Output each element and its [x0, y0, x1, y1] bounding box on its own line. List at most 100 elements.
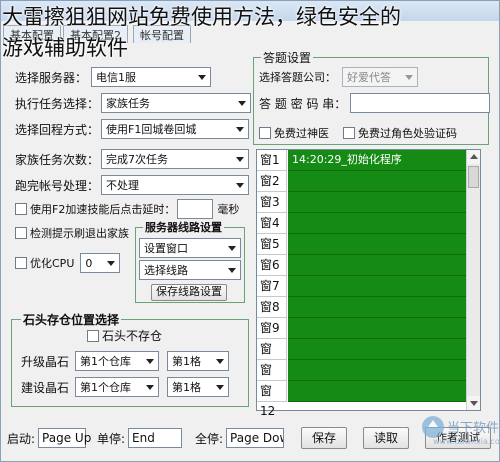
scroll-thumb[interactable] — [468, 166, 479, 188]
cpu-checkbox[interactable] — [15, 257, 27, 269]
slot-status — [288, 318, 466, 339]
pause-hotkey-row: 单停: End — [97, 428, 183, 448]
pass-captcha-checkbox[interactable] — [343, 127, 355, 139]
answer-company-label: 选择答题公司： — [259, 71, 336, 84]
chevron-down-icon — [142, 379, 158, 395]
chevron-down-icon — [232, 151, 248, 167]
slot-row[interactable]: 窗7 — [257, 276, 466, 297]
f2-delay-checkbox[interactable] — [15, 203, 27, 215]
return-select[interactable]: 使用F1回城卷回城 — [101, 119, 250, 139]
window-slot-list: 窗114:20:29_初始化程序窗2窗3窗4窗5窗6窗7窗8窗9窗10窗11窗1… — [256, 149, 481, 418]
upgrade-stone-row: 升级晶石 第1个仓库 第1格 — [21, 351, 230, 371]
chevron-down-icon — [232, 121, 248, 137]
return-label: 选择回程方式： — [15, 122, 100, 137]
slot-label: 窗2 — [257, 171, 287, 192]
slot-status — [288, 171, 466, 192]
slot-status — [288, 360, 466, 381]
overlay-headline-line2: 游戏辅助软件 — [2, 36, 128, 60]
after-row: 跑完帐号处理： 不处理 — [15, 175, 250, 195]
all-stop-hotkey-label: 全停: — [195, 431, 224, 446]
scroll-down-icon[interactable] — [467, 396, 480, 410]
cpu-row: 优化CPU 0 — [15, 253, 121, 273]
cpu-select[interactable]: 0 — [80, 253, 121, 273]
f2-delay-input[interactable] — [177, 199, 214, 219]
slot-row[interactable]: 窗11 — [257, 360, 466, 397]
slot-label: 窗4 — [257, 213, 287, 234]
slot-row[interactable]: 窗8 — [257, 297, 466, 318]
slot-row[interactable]: 窗3 — [257, 192, 466, 213]
all-stop-hotkey-input[interactable]: Page Dow — [226, 428, 285, 448]
slot-label: 窗7 — [257, 276, 287, 297]
answer-company-select[interactable]: 好爱代答 — [342, 67, 418, 87]
slot-label: 窗5 — [257, 234, 287, 255]
chevron-down-icon — [212, 353, 228, 369]
detect-label: 检测提示刷退出家族 — [30, 227, 129, 240]
start-hotkey-row: 启动: Page Up — [7, 428, 91, 448]
slot-status — [288, 381, 466, 402]
slot-label: 窗12 — [257, 381, 287, 418]
watermark: 当下软件园 www.downxia.com — [419, 409, 500, 453]
detect-row: 检测提示刷退出家族 — [15, 225, 129, 241]
slot-label: 窗9 — [257, 318, 287, 339]
start-hotkey-label: 启动: — [7, 431, 36, 446]
pause-hotkey-input[interactable]: End — [128, 428, 183, 448]
window-select[interactable]: 设置窗口 — [139, 238, 241, 258]
slot-row[interactable]: 窗5 — [257, 234, 466, 255]
save-line-button[interactable]: 保存线路设置 — [151, 284, 227, 301]
slot-row[interactable]: 窗9 — [257, 318, 466, 339]
app-window: 基本配置 基本配置2 帐号配置 选择服务器： 电信1服 执行任务选择： 家族任务… — [0, 0, 500, 462]
list-scrollbar[interactable] — [466, 150, 480, 410]
slot-status — [288, 255, 466, 276]
chevron-down-icon — [212, 379, 228, 395]
exec-task-select[interactable]: 家族任务 — [101, 93, 252, 113]
pass-captcha-label: 免费过角色处验证码 — [358, 127, 457, 140]
slot-status: 14:20:29_初始化程序 — [288, 150, 466, 171]
slot-label: 窗3 — [257, 192, 287, 213]
f2-delay-row: 使用F2加速技能后点击延时： 毫秒 — [15, 199, 239, 219]
server-select[interactable]: 电信1服 — [91, 67, 212, 87]
read-button[interactable]: 读取 — [363, 427, 409, 449]
chevron-down-icon — [142, 353, 158, 369]
count-select[interactable]: 完成7次任务 — [101, 149, 250, 169]
slot-row[interactable]: 窗6 — [257, 255, 466, 276]
build-store-select[interactable]: 第1个仓库 — [75, 377, 160, 397]
save-button[interactable]: 保存 — [301, 427, 347, 449]
build-slot-select[interactable]: 第1格 — [167, 377, 230, 397]
server-row: 选择服务器： 电信1服 — [15, 67, 212, 87]
slot-label: 窗1 — [257, 150, 287, 171]
slot-status — [288, 192, 466, 213]
line-select[interactable]: 选择线路 — [139, 260, 241, 280]
no-store-checkbox[interactable] — [87, 329, 99, 342]
pause-hotkey-label: 单停: — [97, 431, 126, 446]
slot-row[interactable]: 窗12 — [257, 381, 466, 418]
upgrade-store-select[interactable]: 第1个仓库 — [75, 351, 160, 371]
detect-checkbox[interactable] — [15, 227, 27, 239]
overlay-headline: 大雷擦狙狙网站免费使用方法，绿色安全的 游戏辅助软件 — [2, 2, 498, 64]
slot-row[interactable]: 窗10 — [257, 339, 466, 376]
chevron-down-icon — [224, 262, 239, 278]
chevron-down-icon — [234, 95, 250, 111]
exec-task-row: 执行任务选择： 家族任务 — [15, 93, 252, 113]
start-hotkey-input[interactable]: Page Up — [38, 428, 91, 448]
pass-medic-row: 免费过神医 — [259, 125, 329, 141]
pass-medic-checkbox[interactable] — [259, 127, 271, 139]
overlay-headline-line1: 大雷擦狙狙网站免费使用方法，绿色安全的 — [2, 5, 401, 29]
watermark-text: 当下软件园 — [447, 421, 500, 436]
build-stone-row: 建设晶石 第1个仓库 第1格 — [21, 377, 230, 397]
pass-medic-label: 免费过神医 — [274, 127, 329, 140]
chevron-down-icon — [232, 177, 248, 193]
upgrade-slot-select[interactable]: 第1格 — [167, 351, 230, 371]
after-select[interactable]: 不处理 — [101, 175, 250, 195]
chevron-down-icon — [224, 240, 239, 256]
scroll-up-icon[interactable] — [467, 150, 480, 164]
slot-label: 窗10 — [257, 339, 287, 376]
answer-password-input[interactable] — [350, 93, 491, 113]
after-label: 跑完帐号处理： — [15, 178, 100, 193]
slot-row[interactable]: 窗1 14:20:29_初始化程序 — [257, 150, 466, 171]
slot-row[interactable]: 窗2 — [257, 171, 466, 192]
slot-status — [288, 234, 466, 255]
return-row: 选择回程方式： 使用F1回城卷回城 — [15, 119, 250, 139]
slot-row[interactable]: 窗4 — [257, 213, 466, 234]
count-row: 家族任务次数： 完成7次任务 — [15, 149, 250, 169]
cpu-label: 优化CPU — [30, 257, 75, 270]
